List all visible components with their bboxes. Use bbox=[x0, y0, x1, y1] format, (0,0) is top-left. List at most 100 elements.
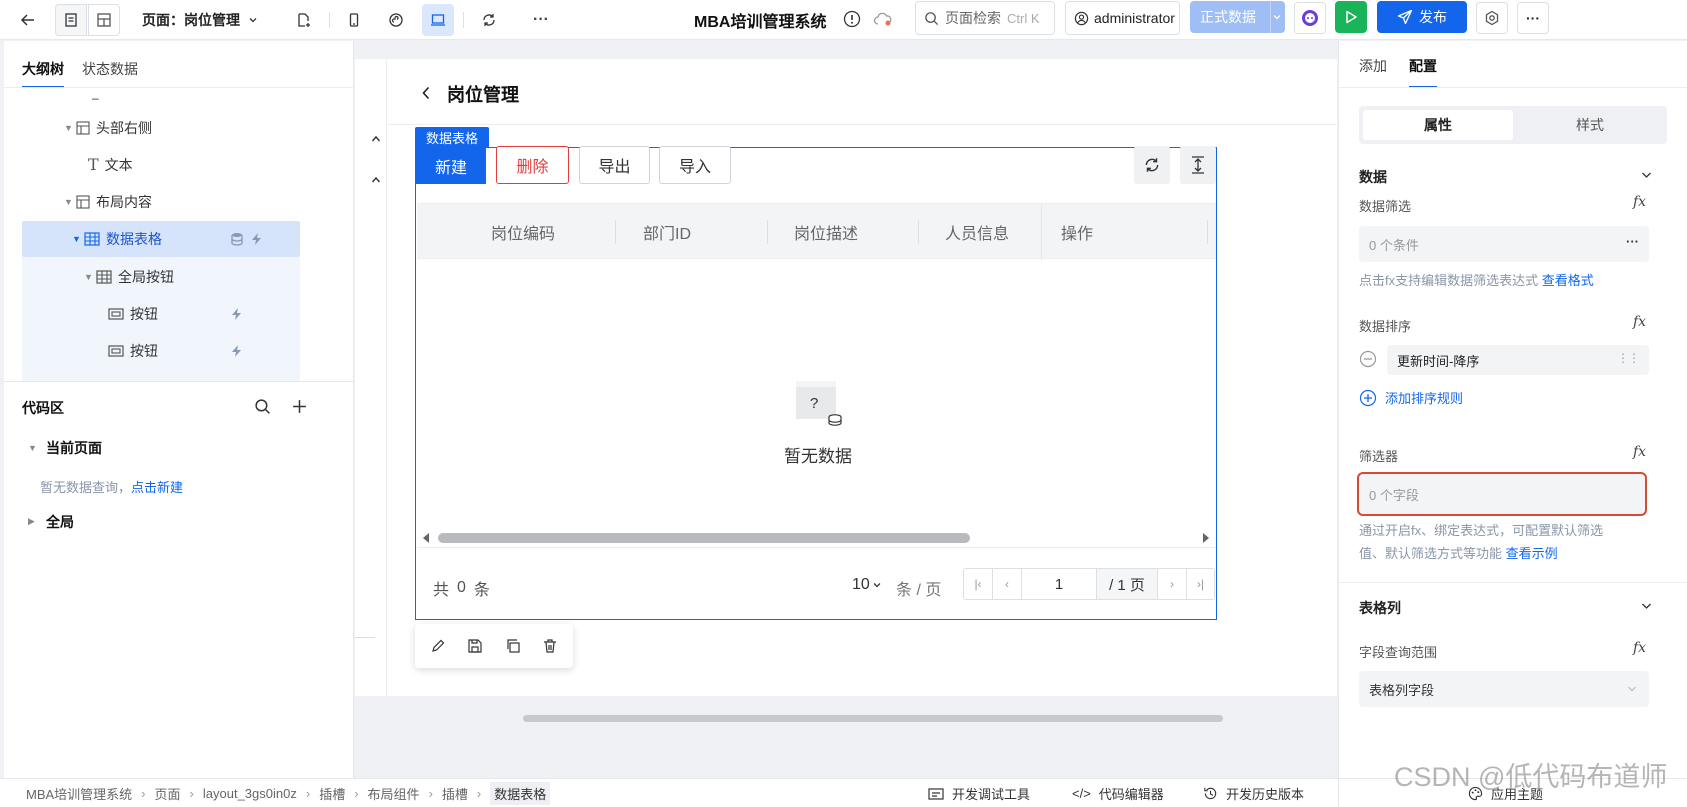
preview-play-icon[interactable] bbox=[1335, 1, 1367, 33]
tree-node-data-table[interactable]: ▼ 数据表格 bbox=[22, 221, 300, 257]
tab-state-data[interactable]: 状态数据 bbox=[82, 59, 138, 79]
more-icon[interactable]: ··· bbox=[525, 4, 557, 36]
breadcrumb-item[interactable]: 插槽 bbox=[319, 784, 345, 803]
breadcrumb-item-current[interactable]: 数据表格 bbox=[490, 782, 551, 805]
last-page-icon[interactable]: ›| bbox=[1186, 568, 1215, 600]
drag-handle-icon[interactable]: ⋮⋮ bbox=[1617, 351, 1640, 365]
add-sort-rule-button[interactable]: 添加排序规则 bbox=[1359, 388, 1463, 407]
delete-button[interactable]: 删除 bbox=[496, 146, 569, 184]
tree-node-text[interactable]: T 文本 bbox=[88, 146, 133, 183]
add-page-icon[interactable] bbox=[288, 4, 320, 36]
data-table-component[interactable]: 新建 删除 导出 导入 岗位编码 部门ID 岗位描述 人员信息 操作 ? 暂无数… bbox=[415, 146, 1217, 620]
sort-rule-item[interactable]: 更新时间-降序 ⋮⋮ bbox=[1387, 345, 1649, 375]
column-header[interactable]: 部门ID bbox=[643, 204, 691, 260]
back-arrow-icon[interactable] bbox=[12, 4, 44, 36]
more-menu-icon[interactable]: ··· bbox=[1517, 2, 1549, 34]
scroll-right-icon[interactable] bbox=[1202, 532, 1210, 544]
tree-node-layout-content[interactable]: ▼ 布局内容 bbox=[64, 183, 152, 220]
column-fields-select[interactable]: 表格列字段 bbox=[1359, 671, 1649, 707]
breadcrumb-item[interactable]: 布局组件 bbox=[368, 784, 420, 803]
section-data-title[interactable]: 数据 bbox=[1359, 167, 1387, 187]
publish-button[interactable]: 发布 bbox=[1377, 1, 1467, 33]
column-header[interactable]: 操作 bbox=[1061, 204, 1093, 260]
settings-icon[interactable] bbox=[1476, 2, 1508, 34]
plus-icon[interactable] bbox=[291, 398, 308, 415]
user-menu[interactable]: administrator bbox=[1065, 1, 1180, 35]
lightning-icon[interactable] bbox=[250, 232, 264, 246]
fields-field[interactable]: 0 个字段 bbox=[1357, 472, 1647, 516]
lightning-icon[interactable] bbox=[230, 344, 244, 358]
code-editor-button[interactable]: </> 代码编辑器 bbox=[1072, 779, 1164, 807]
tab-config[interactable]: 配置 bbox=[1409, 56, 1437, 76]
fx-icon[interactable]: fx bbox=[1633, 314, 1646, 330]
database-icon[interactable] bbox=[230, 232, 244, 246]
fx-icon[interactable]: fx bbox=[1633, 640, 1646, 656]
breadcrumb-item[interactable]: layout_3gs0in0z bbox=[203, 786, 297, 801]
tab-outline[interactable]: 大纲树 bbox=[22, 59, 64, 79]
scroll-left-icon[interactable] bbox=[422, 532, 430, 544]
tree-node-current-page[interactable]: ▼ 当前页面 bbox=[28, 429, 102, 466]
column-header[interactable]: 人员信息 bbox=[945, 204, 1009, 260]
chevron-up-icon[interactable] bbox=[371, 176, 381, 184]
canvas-horizontal-scrollbar[interactable] bbox=[523, 715, 1223, 722]
prev-page-icon[interactable]: ‹ bbox=[992, 568, 1022, 600]
column-header[interactable]: 岗位编码 bbox=[491, 204, 555, 260]
mobile-view-icon[interactable] bbox=[338, 4, 370, 36]
layout-icon[interactable] bbox=[88, 4, 120, 36]
delete-icon[interactable] bbox=[542, 638, 558, 654]
devtools-button[interactable]: 开发调试工具 bbox=[928, 779, 1030, 807]
fx-icon[interactable]: fx bbox=[1633, 194, 1646, 210]
chevron-down-icon[interactable] bbox=[1641, 171, 1652, 179]
column-header[interactable]: 岗位描述 bbox=[794, 204, 858, 260]
conditions-field[interactable]: 0 个条件 ··· bbox=[1359, 226, 1649, 262]
lightning-icon[interactable] bbox=[230, 307, 244, 321]
table-refresh-icon[interactable] bbox=[1134, 146, 1170, 184]
view-example-link[interactable]: 查看示例 bbox=[1506, 546, 1558, 561]
more-icon[interactable]: ··· bbox=[1626, 234, 1639, 249]
tree-node-button-2[interactable]: 按钮 bbox=[108, 332, 158, 369]
first-page-icon[interactable]: |‹ bbox=[963, 568, 993, 600]
copy-icon[interactable] bbox=[505, 638, 521, 654]
tree-node-button-1[interactable]: 按钮 bbox=[108, 295, 158, 332]
current-page-input[interactable]: 1 bbox=[1021, 568, 1097, 600]
view-format-link[interactable]: 查看格式 bbox=[1542, 273, 1594, 288]
desktop-view-icon[interactable] bbox=[422, 4, 454, 36]
next-page-icon[interactable]: › bbox=[1157, 568, 1187, 600]
chevron-up-icon[interactable] bbox=[371, 135, 381, 143]
miniprogram-view-icon[interactable] bbox=[380, 4, 412, 36]
breadcrumb-item[interactable]: MBA培训管理系统 bbox=[26, 784, 132, 803]
remove-circle-icon[interactable] bbox=[1359, 350, 1377, 368]
page-size-select[interactable]: 10 bbox=[852, 576, 882, 594]
row-height-icon[interactable] bbox=[1180, 146, 1216, 184]
section-columns-title[interactable]: 表格列 bbox=[1359, 598, 1401, 618]
history-icon bbox=[1203, 786, 1218, 801]
tree-node-global-buttons[interactable]: ▼ 全局按钮 bbox=[84, 258, 174, 295]
ai-assistant-icon[interactable] bbox=[1294, 2, 1326, 34]
seg-style[interactable]: 样式 bbox=[1515, 110, 1665, 140]
import-button[interactable]: 导入 bbox=[659, 146, 731, 184]
tree-node-header-right[interactable]: ▼ 头部右侧 bbox=[64, 109, 152, 146]
seg-properties[interactable]: 属性 bbox=[1363, 110, 1513, 140]
page-search-input[interactable]: 页面检索 Ctrl K bbox=[915, 1, 1055, 35]
search-icon[interactable] bbox=[254, 398, 271, 415]
edit-icon[interactable] bbox=[430, 638, 446, 654]
page-selector[interactable]: 页面： 岗位管理 bbox=[142, 8, 258, 32]
refresh-icon[interactable] bbox=[473, 4, 505, 36]
document-icon[interactable] bbox=[55, 4, 87, 36]
save-icon[interactable] bbox=[467, 638, 483, 654]
env-selector[interactable]: 正式数据 bbox=[1190, 1, 1285, 33]
info-icon[interactable] bbox=[843, 10, 861, 28]
tab-add[interactable]: 添加 bbox=[1359, 56, 1387, 76]
new-button[interactable]: 新建 bbox=[416, 148, 486, 184]
horizontal-scrollbar[interactable] bbox=[438, 533, 970, 543]
export-button[interactable]: 导出 bbox=[579, 146, 650, 184]
back-chevron-icon[interactable] bbox=[421, 86, 431, 100]
total-count: 共 0 条 bbox=[433, 576, 490, 600]
chevron-down-icon[interactable] bbox=[1641, 602, 1652, 610]
fx-icon[interactable]: fx bbox=[1633, 444, 1646, 460]
breadcrumb-item[interactable]: 插槽 bbox=[442, 784, 468, 803]
breadcrumb-item[interactable]: 页面 bbox=[155, 784, 181, 803]
history-button[interactable]: 开发历史版本 bbox=[1203, 779, 1304, 807]
create-new-link[interactable]: 点击新建 bbox=[131, 480, 183, 495]
tree-node-global[interactable]: ▶ 全局 bbox=[28, 503, 74, 540]
